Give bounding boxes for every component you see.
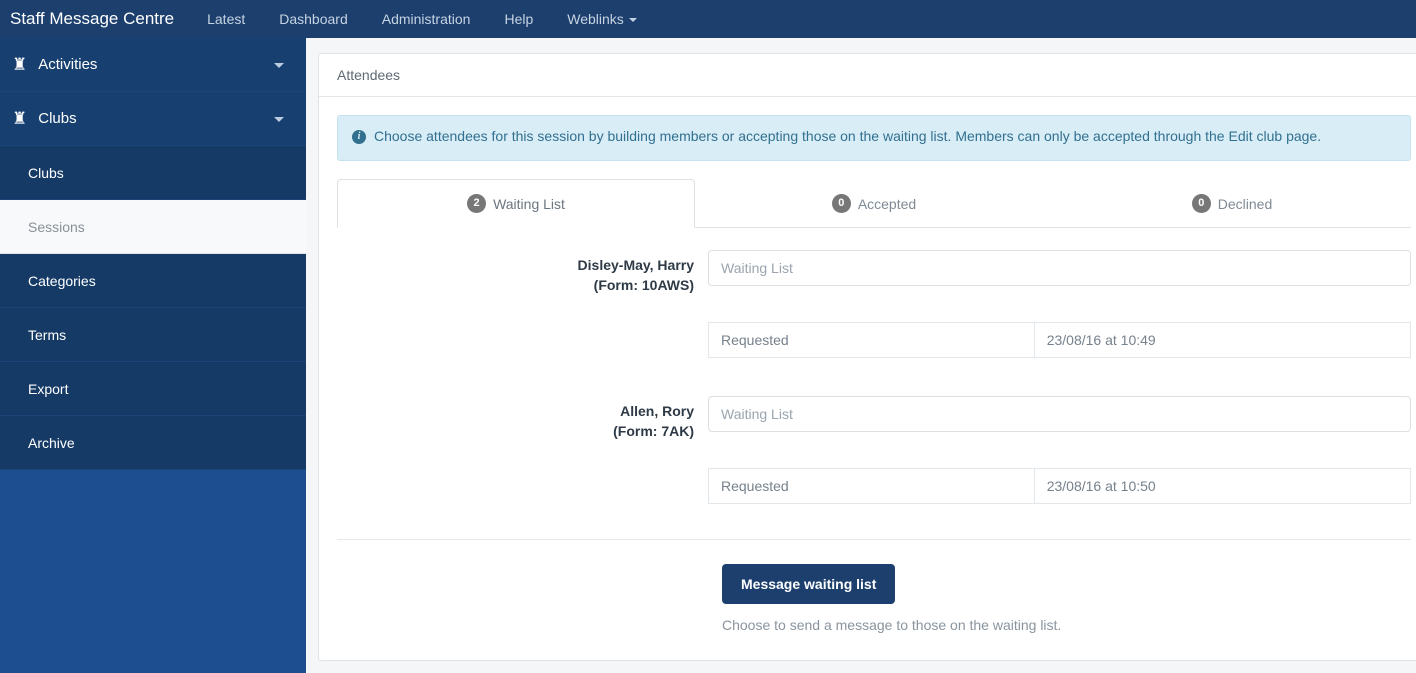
attendee-status-line: Allen, Rory (Form: 7AK) Waiting List [337,396,1411,441]
attendees-card: Attendees i Choose attendees for this se… [318,53,1416,661]
attendee-meta-field: Requested 23/08/16 at 10:49 [708,322,1411,358]
attendee-status-line: Disley-May, Harry (Form: 10AWS) Waiting … [337,250,1411,295]
attendee-requested-label: Requested [708,468,1035,504]
sidebar-item-terms[interactable]: Terms [0,308,306,362]
message-waiting-list-button[interactable]: Message waiting list [722,564,896,604]
info-alert-text: Choose attendees for this session by bui… [374,128,1322,144]
tab-waiting-list-badge: 2 [467,194,487,213]
nav-link-weblinks[interactable]: Weblinks [550,0,654,38]
sidebar-group-clubs-label: Clubs [38,110,77,127]
rook-icon: ♜ [12,55,28,74]
sidebar-filler [0,470,306,670]
tab-accepted-label: Accepted [857,195,917,212]
attendee-row: Disley-May, Harry (Form: 10AWS) Waiting … [337,250,1411,358]
info-circle-icon: i [352,130,366,144]
tab-accepted[interactable]: 0 Accepted [695,179,1053,228]
attendee-status-field: Waiting List [708,396,1411,432]
main-content: Attendees i Choose attendees for this se… [306,38,1416,673]
sidebar-item-sessions[interactable]: Sessions [0,200,306,254]
rook-icon: ♜ [12,109,28,128]
attendee-requested-value: 23/08/16 at 10:49 [1034,322,1411,358]
attendee-tabs: 2 Waiting List 0 Accepted 0 Declined [337,179,1411,228]
attendee-meta-field: Requested 23/08/16 at 10:50 [708,468,1411,504]
attendee-name: Disley-May, Harry [577,257,694,273]
info-alert: i Choose attendees for this session by b… [337,115,1411,161]
card-body: i Choose attendees for this session by b… [319,97,1416,633]
attendee-meta-line: Requested 23/08/16 at 10:50 [337,468,1411,504]
page-title: Attendees [337,67,401,83]
nav-link-weblinks-label: Weblinks [567,11,624,27]
attendee-form: (Form: 7AK) [613,423,694,439]
sidebar-nav: ♜ Activities ♜ Clubs Clubs Sessions Cate… [0,38,306,470]
tab-waiting-list-label: Waiting List [493,195,565,212]
attendee-name-label: Allen, Rory (Form: 7AK) [337,396,708,441]
sidebar-item-archive[interactable]: Archive [0,416,306,470]
sidebar-item-clubs[interactable]: Clubs [0,146,306,200]
message-help-text: Choose to send a message to those on the… [722,617,1062,633]
tab-accepted-badge: 0 [831,194,851,213]
attendee-requested-label: Requested [708,322,1035,358]
nav-link-administration[interactable]: Administration [365,0,488,38]
sidebar-item-categories[interactable]: Categories [0,254,306,308]
sidebar-group-clubs[interactable]: ♜ Clubs [0,92,306,146]
attendee-name-label: Disley-May, Harry (Form: 10AWS) [337,250,708,295]
attendee-requested-value: 23/08/16 at 10:50 [1034,468,1411,504]
attendee-form: (Form: 10AWS) [593,277,694,293]
nav-link-help[interactable]: Help [487,0,550,38]
app-brand[interactable]: Staff Message Centre [0,0,190,38]
sidebar-group-activities-label: Activities [38,56,98,73]
top-navbar: Staff Message Centre Latest Dashboard Ad… [0,0,1416,38]
footer-actions: Message waiting list Choose to send a me… [337,540,1411,633]
waiting-list-pane: Disley-May, Harry (Form: 10AWS) Waiting … [337,228,1411,633]
attendee-status-select[interactable]: Waiting List [708,250,1411,286]
nav-link-dashboard[interactable]: Dashboard [262,0,365,38]
attendee-status-field: Waiting List [708,250,1411,286]
chevron-down-icon [274,116,284,122]
attendee-name: Allen, Rory [620,403,694,419]
tab-waiting-list[interactable]: 2 Waiting List [337,179,695,228]
attendee-status-select[interactable]: Waiting List [708,396,1411,432]
attendee-row: Allen, Rory (Form: 7AK) Waiting List Req… [337,396,1411,504]
tab-declined-label: Declined [1217,195,1273,212]
sidebar-item-export[interactable]: Export [0,362,306,416]
nav-link-latest[interactable]: Latest [190,0,262,38]
tab-declined-badge: 0 [1191,194,1211,213]
chevron-down-icon [628,18,637,23]
chevron-down-icon [274,62,284,68]
attendee-meta-line: Requested 23/08/16 at 10:49 [337,322,1411,358]
sidebar: ♜ Activities ♜ Clubs Clubs Sessions Cate… [0,38,306,673]
tab-declined[interactable]: 0 Declined [1053,179,1411,228]
sidebar-group-activities[interactable]: ♜ Activities [0,38,306,92]
card-header: Attendees [319,54,1416,97]
